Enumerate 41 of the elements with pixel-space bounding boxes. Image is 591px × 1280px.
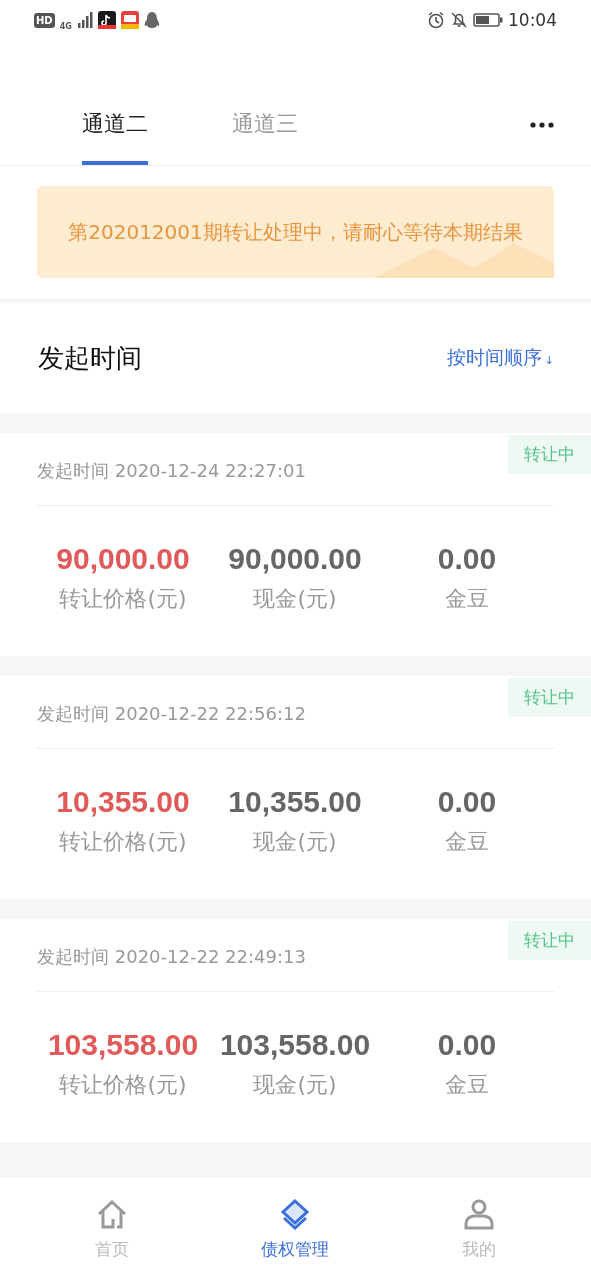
amount-label: 现金(元) <box>253 585 337 613</box>
muted-bell-icon <box>450 11 468 29</box>
channel-tab[interactable]: 通道二 <box>82 109 148 165</box>
amount-label: 转让价格(元) <box>59 1071 187 1099</box>
sort-link[interactable]: 按时间顺序↓ <box>446 345 554 371</box>
person-icon <box>463 1197 496 1230</box>
amount-value: 10,355.00 <box>228 785 362 819</box>
amount-value: 0.00 <box>437 785 497 819</box>
app-icon <box>97 11 116 29</box>
layers-icon <box>279 1197 312 1230</box>
more-icon[interactable] <box>529 121 555 129</box>
status-badge: 转让中 <box>508 435 591 474</box>
section-title: 发起时间 <box>38 341 142 375</box>
clock-time: 10:04 <box>508 10 557 30</box>
amount-value: 103,558.00 <box>219 1028 371 1062</box>
status-badge: 转让中 <box>508 678 591 717</box>
amount-value: 90,000.00 <box>228 542 362 576</box>
amount-label: 金豆 <box>445 585 489 613</box>
status-badge: 转让中 <box>508 921 591 960</box>
amount-label: 金豆 <box>445 828 489 856</box>
amount-label: 转让价格(元) <box>59 828 187 856</box>
amount-value: 10,355.00 <box>56 785 190 819</box>
channel-tab[interactable]: 通道三 <box>232 109 298 165</box>
amount-value: 90,000.00 <box>56 542 190 576</box>
amount-value: 0.00 <box>437 542 497 576</box>
penguin-icon <box>143 11 160 29</box>
nav-tab[interactable]: 债权管理 <box>225 1197 366 1261</box>
app-icon <box>120 11 139 29</box>
alarm-icon <box>427 11 445 29</box>
signal-icon <box>76 12 93 28</box>
home-icon <box>95 1197 128 1230</box>
amount-label: 金豆 <box>445 1071 489 1099</box>
amount-value: 0.00 <box>437 1028 497 1062</box>
amount-label: 转让价格(元) <box>59 585 187 613</box>
hd-badge: HD <box>34 12 55 28</box>
amount-value: 103,558.00 <box>47 1028 199 1062</box>
battery-icon <box>473 13 503 27</box>
amount-label: 现金(元) <box>253 1071 337 1099</box>
amount-label: 现金(元) <box>253 828 337 856</box>
notice-text: 第202012001期转让处理中，请耐心等待本期结果 <box>68 218 523 246</box>
network-label: 4G <box>59 21 72 31</box>
